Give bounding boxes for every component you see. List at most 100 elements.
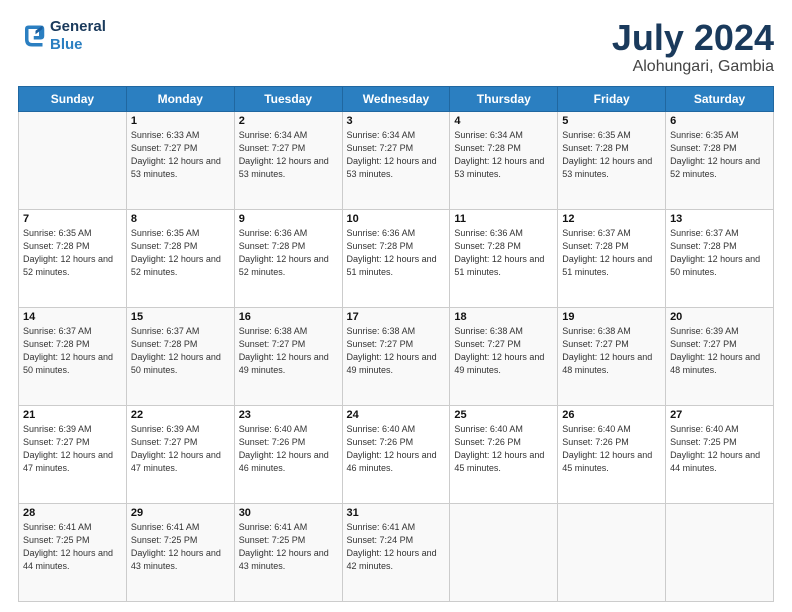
day-info: Sunrise: 6:35 AMSunset: 7:28 PMDaylight:… bbox=[670, 129, 769, 181]
day-number: 25 bbox=[454, 409, 553, 421]
calendar-cell: 17 Sunrise: 6:38 AMSunset: 7:27 PMDayligh… bbox=[342, 307, 450, 405]
calendar-week-row: 14 Sunrise: 6:37 AMSunset: 7:28 PMDayligh… bbox=[19, 307, 774, 405]
day-number: 6 bbox=[670, 115, 769, 127]
day-info: Sunrise: 6:35 AMSunset: 7:28 PMDaylight:… bbox=[131, 227, 230, 279]
title-block: July 2024 Alohungari, Gambia bbox=[612, 18, 774, 76]
calendar-header-row: SundayMondayTuesdayWednesdayThursdayFrid… bbox=[19, 86, 774, 111]
day-number: 22 bbox=[131, 409, 230, 421]
day-info: Sunrise: 6:39 AMSunset: 7:27 PMDaylight:… bbox=[23, 423, 122, 475]
day-number: 13 bbox=[670, 213, 769, 225]
weekday-header: Sunday bbox=[19, 86, 127, 111]
weekday-header: Saturday bbox=[666, 86, 774, 111]
day-info: Sunrise: 6:34 AMSunset: 7:28 PMDaylight:… bbox=[454, 129, 553, 181]
main-title: July 2024 bbox=[612, 18, 774, 58]
day-info: Sunrise: 6:37 AMSunset: 7:28 PMDaylight:… bbox=[131, 325, 230, 377]
day-info: Sunrise: 6:40 AMSunset: 7:25 PMDaylight:… bbox=[670, 423, 769, 475]
day-number: 15 bbox=[131, 311, 230, 323]
calendar-cell: 26 Sunrise: 6:40 AMSunset: 7:26 PMDayligh… bbox=[558, 405, 666, 503]
calendar-week-row: 21 Sunrise: 6:39 AMSunset: 7:27 PMDayligh… bbox=[19, 405, 774, 503]
calendar-cell: 10 Sunrise: 6:36 AMSunset: 7:28 PMDayligh… bbox=[342, 209, 450, 307]
day-number: 7 bbox=[23, 213, 122, 225]
day-number: 23 bbox=[239, 409, 338, 421]
day-number: 21 bbox=[23, 409, 122, 421]
day-number: 1 bbox=[131, 115, 230, 127]
day-number: 30 bbox=[239, 507, 338, 519]
calendar-week-row: 28 Sunrise: 6:41 AMSunset: 7:25 PMDayligh… bbox=[19, 503, 774, 601]
calendar-week-row: 1 Sunrise: 6:33 AMSunset: 7:27 PMDaylight… bbox=[19, 111, 774, 209]
calendar-cell: 1 Sunrise: 6:33 AMSunset: 7:27 PMDaylight… bbox=[126, 111, 234, 209]
day-number: 16 bbox=[239, 311, 338, 323]
day-info: Sunrise: 6:41 AMSunset: 7:25 PMDaylight:… bbox=[131, 521, 230, 573]
weekday-header: Wednesday bbox=[342, 86, 450, 111]
calendar-cell: 28Sunrise: 6:41 AMSunset: 7:25 PMDayligh… bbox=[19, 503, 127, 601]
calendar-cell: 22 Sunrise: 6:39 AMSunset: 7:27 PMDayligh… bbox=[126, 405, 234, 503]
day-number: 28 bbox=[23, 507, 122, 519]
day-info: Sunrise: 6:40 AMSunset: 7:26 PMDaylight:… bbox=[562, 423, 661, 475]
day-number: 19 bbox=[562, 311, 661, 323]
day-info: Sunrise: 6:38 AMSunset: 7:27 PMDaylight:… bbox=[239, 325, 338, 377]
day-number: 17 bbox=[347, 311, 446, 323]
day-info: Sunrise: 6:36 AMSunset: 7:28 PMDaylight:… bbox=[239, 227, 338, 279]
day-info: Sunrise: 6:36 AMSunset: 7:28 PMDaylight:… bbox=[454, 227, 553, 279]
day-info: Sunrise: 6:39 AMSunset: 7:27 PMDaylight:… bbox=[131, 423, 230, 475]
calendar-cell: 11Sunrise: 6:36 AMSunset: 7:28 PMDayligh… bbox=[450, 209, 558, 307]
day-info: Sunrise: 6:34 AMSunset: 7:27 PMDaylight:… bbox=[239, 129, 338, 181]
calendar-cell: 9 Sunrise: 6:36 AMSunset: 7:28 PMDaylight… bbox=[234, 209, 342, 307]
calendar-cell: 2 Sunrise: 6:34 AMSunset: 7:27 PMDaylight… bbox=[234, 111, 342, 209]
day-number: 29 bbox=[131, 507, 230, 519]
calendar-cell: 14Sunrise: 6:37 AMSunset: 7:28 PMDayligh… bbox=[19, 307, 127, 405]
day-info: Sunrise: 6:33 AMSunset: 7:27 PMDaylight:… bbox=[131, 129, 230, 181]
day-number: 2 bbox=[239, 115, 338, 127]
day-info: Sunrise: 6:40 AMSunset: 7:26 PMDaylight:… bbox=[454, 423, 553, 475]
header: General Blue July 2024 Alohungari, Gambi… bbox=[18, 18, 774, 76]
day-number: 5 bbox=[562, 115, 661, 127]
weekday-header: Monday bbox=[126, 86, 234, 111]
calendar-cell: 21 Sunrise: 6:39 AMSunset: 7:27 PMDayligh… bbox=[19, 405, 127, 503]
calendar-cell: 27 Sunrise: 6:40 AMSunset: 7:25 PMDayligh… bbox=[666, 405, 774, 503]
day-number: 31 bbox=[347, 507, 446, 519]
day-info: Sunrise: 6:35 AMSunset: 7:28 PMDaylight:… bbox=[23, 227, 122, 279]
day-number: 18 bbox=[454, 311, 553, 323]
day-info: Sunrise: 6:37 AMSunset: 7:28 PMDaylight:… bbox=[562, 227, 661, 279]
calendar-cell: 29 Sunrise: 6:41 AMSunset: 7:25 PMDayligh… bbox=[126, 503, 234, 601]
day-number: 4 bbox=[454, 115, 553, 127]
weekday-header: Tuesday bbox=[234, 86, 342, 111]
calendar-cell: 19Sunrise: 6:38 AMSunset: 7:27 PMDayligh… bbox=[558, 307, 666, 405]
day-number: 20 bbox=[670, 311, 769, 323]
calendar-cell: 30 Sunrise: 6:41 AMSunset: 7:25 PMDayligh… bbox=[234, 503, 342, 601]
calendar-cell: 7 Sunrise: 6:35 AMSunset: 7:28 PMDaylight… bbox=[19, 209, 127, 307]
calendar-cell: 15 Sunrise: 6:37 AMSunset: 7:28 PMDayligh… bbox=[126, 307, 234, 405]
calendar-cell bbox=[19, 111, 127, 209]
day-number: 10 bbox=[347, 213, 446, 225]
weekday-header: Friday bbox=[558, 86, 666, 111]
day-number: 8 bbox=[131, 213, 230, 225]
day-info: Sunrise: 6:39 AMSunset: 7:27 PMDaylight:… bbox=[670, 325, 769, 377]
day-info: Sunrise: 6:38 AMSunset: 7:27 PMDaylight:… bbox=[347, 325, 446, 377]
calendar-cell: 20 Sunrise: 6:39 AMSunset: 7:27 PMDayligh… bbox=[666, 307, 774, 405]
day-info: Sunrise: 6:41 AMSunset: 7:24 PMDaylight:… bbox=[347, 521, 446, 573]
calendar-cell bbox=[666, 503, 774, 601]
day-number: 27 bbox=[670, 409, 769, 421]
calendar-cell: 8 Sunrise: 6:35 AMSunset: 7:28 PMDaylight… bbox=[126, 209, 234, 307]
day-number: 9 bbox=[239, 213, 338, 225]
day-number: 14 bbox=[23, 311, 122, 323]
calendar-cell: 25 Sunrise: 6:40 AMSunset: 7:26 PMDayligh… bbox=[450, 405, 558, 503]
calendar-cell: 5Sunrise: 6:35 AMSunset: 7:28 PMDaylight… bbox=[558, 111, 666, 209]
day-number: 26 bbox=[562, 409, 661, 421]
calendar-cell: 31 Sunrise: 6:41 AMSunset: 7:24 PMDayligh… bbox=[342, 503, 450, 601]
calendar-cell: 12 Sunrise: 6:37 AMSunset: 7:28 PMDayligh… bbox=[558, 209, 666, 307]
day-info: Sunrise: 6:40 AMSunset: 7:26 PMDaylight:… bbox=[239, 423, 338, 475]
logo: General Blue bbox=[18, 18, 106, 54]
day-number: 24 bbox=[347, 409, 446, 421]
sub-title: Alohungari, Gambia bbox=[612, 58, 774, 76]
calendar-cell: 24Sunrise: 6:40 AMSunset: 7:26 PMDayligh… bbox=[342, 405, 450, 503]
logo-icon bbox=[18, 22, 46, 50]
day-number: 12 bbox=[562, 213, 661, 225]
day-info: Sunrise: 6:38 AMSunset: 7:27 PMDaylight:… bbox=[454, 325, 553, 377]
day-info: Sunrise: 6:34 AMSunset: 7:27 PMDaylight:… bbox=[347, 129, 446, 181]
calendar-cell: 3Sunrise: 6:34 AMSunset: 7:27 PMDaylight… bbox=[342, 111, 450, 209]
day-info: Sunrise: 6:36 AMSunset: 7:28 PMDaylight:… bbox=[347, 227, 446, 279]
calendar-table: SundayMondayTuesdayWednesdayThursdayFrid… bbox=[18, 86, 774, 602]
calendar-cell: 13Sunrise: 6:37 AMSunset: 7:28 PMDayligh… bbox=[666, 209, 774, 307]
day-info: Sunrise: 6:41 AMSunset: 7:25 PMDaylight:… bbox=[239, 521, 338, 573]
